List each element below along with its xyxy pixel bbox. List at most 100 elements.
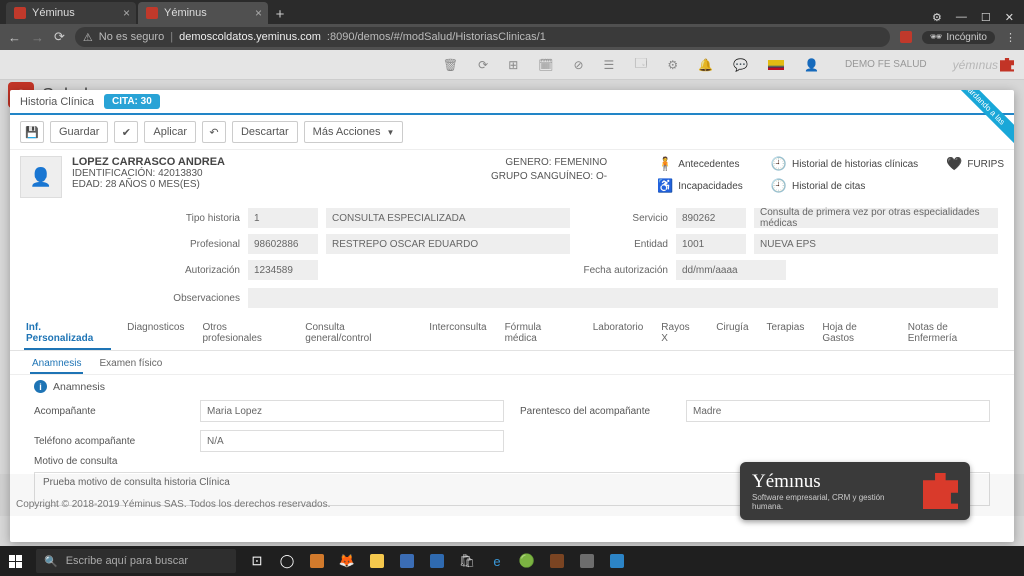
brand-tagline: Software empresarial, CRM y gestión huma…: [752, 493, 915, 511]
tab-terapias[interactable]: Terapias: [765, 318, 807, 350]
heart-icon: 🖤: [946, 156, 962, 172]
tab-notas-de-enfermer-a[interactable]: Notas de Enfermería: [906, 318, 1000, 350]
label-servicio: Servicio: [578, 213, 668, 224]
tab-interconsulta[interactable]: Interconsulta: [427, 318, 488, 350]
cortana-icon[interactable]: ◯: [278, 552, 296, 570]
tab-diagnosticos[interactable]: Diagnosticos: [125, 318, 186, 350]
link-historial-historias[interactable]: 🕘Historial de historias clínicas: [771, 156, 918, 172]
maximize-icon[interactable]: ☐: [981, 11, 991, 24]
close-window-icon[interactable]: ✕: [1005, 11, 1014, 24]
tab-cirug-a[interactable]: Cirugía: [714, 318, 750, 350]
browser-tab[interactable]: Yéminus ×: [138, 2, 268, 24]
reload-icon[interactable]: ⟳: [54, 29, 65, 45]
fecha-autorizacion-value[interactable]: dd/mm/aaaa: [676, 260, 786, 280]
windows-icon: [9, 555, 22, 568]
menu-icon[interactable]: ⋮: [1005, 31, 1016, 44]
start-button[interactable]: [0, 546, 30, 576]
telefono-input[interactable]: [200, 430, 504, 452]
footer-copyright: Copyright © 2018-2019 Yéminus SAS. Todos…: [16, 499, 330, 510]
insecure-label: No es seguro: [99, 31, 164, 43]
profesional-code[interactable]: 98602886: [248, 234, 318, 254]
save-icon-button[interactable]: 💾: [20, 121, 44, 143]
entidad-desc[interactable]: NUEVA EPS: [754, 234, 998, 254]
tab-laboratorio[interactable]: Laboratorio: [591, 318, 646, 350]
servicio-desc[interactable]: Consulta de primera vez por otras especi…: [754, 208, 998, 228]
tabs-sub: Anamnesis Examen físico: [10, 351, 1014, 375]
windows-search[interactable]: 🔍 Escribe aquí para buscar: [36, 549, 236, 573]
new-tab-button[interactable]: +: [270, 4, 290, 24]
app-icon[interactable]: [548, 552, 566, 570]
profesional-desc[interactable]: RESTREPO OSCAR EDUARDO: [326, 234, 570, 254]
patient-photo: 👤: [20, 156, 62, 198]
info-icon: i: [34, 380, 47, 393]
observaciones-input[interactable]: [248, 288, 998, 308]
settings-dot-icon[interactable]: ⚙: [932, 11, 942, 24]
brand-name: Yémınus: [752, 471, 915, 493]
tab-f-rmula-m-dica[interactable]: Fórmula médica: [503, 318, 577, 350]
close-icon[interactable]: ×: [255, 6, 262, 20]
acompanante-input[interactable]: [200, 400, 504, 422]
tab-favicon: [14, 7, 26, 19]
search-icon: 🔍: [44, 555, 58, 568]
app-icon[interactable]: [578, 552, 596, 570]
tab-title: Yéminus: [164, 7, 207, 19]
entidad-code[interactable]: 1001: [676, 234, 746, 254]
address-bar[interactable]: ⚠ No es seguro | demoscoldatos.yeminus.c…: [75, 27, 890, 47]
forward-icon[interactable]: →: [31, 30, 44, 45]
history-icon: 🕘: [771, 156, 787, 172]
modal-title: Historia Clínica: [20, 96, 94, 108]
browser-tab[interactable]: Yéminus ×: [6, 2, 136, 24]
extension-icon[interactable]: [900, 31, 912, 43]
incognito-badge: 🕶 Incógnito: [922, 31, 995, 44]
tab-rayos-x[interactable]: Rayos X: [659, 318, 700, 350]
taskview-icon[interactable]: ⊡: [248, 552, 266, 570]
aplicar-button[interactable]: Aplicar: [144, 121, 196, 143]
app-icon[interactable]: [308, 552, 326, 570]
brand-panel: Yémınus Software empresarial, CRM y gest…: [740, 462, 970, 520]
label-autorizacion: Autorización: [130, 265, 240, 276]
link-antecedentes[interactable]: 🧍Antecedentes: [657, 156, 743, 172]
tab-favicon: [146, 7, 158, 19]
person-icon: 🧍: [657, 156, 673, 172]
firefox-icon[interactable]: 🦊: [338, 552, 356, 570]
subtab-anamnesis[interactable]: Anamnesis: [30, 355, 83, 374]
tipo-historia-desc[interactable]: CONSULTA ESPECIALIZADA: [326, 208, 570, 228]
puzzle-icon: [923, 473, 958, 509]
parentesco-input[interactable]: [686, 400, 990, 422]
store-icon[interactable]: 🛍: [458, 552, 476, 570]
app-icon[interactable]: [608, 552, 626, 570]
servicio-code[interactable]: 890262: [676, 208, 746, 228]
tab-consulta-general-control[interactable]: Consulta general/control: [303, 318, 413, 350]
incognito-icon: 🕶: [930, 32, 943, 43]
check-button[interactable]: ✔: [114, 121, 138, 143]
autorizacion-value[interactable]: 1234589: [248, 260, 318, 280]
tab-hoja-de-gastos[interactable]: Hoja de Gastos: [820, 318, 891, 350]
patient-name: LOPEZ CARRASCO ANDREA: [72, 156, 225, 168]
link-historial-citas[interactable]: 🕘Historial de citas: [771, 178, 918, 194]
chrome-icon[interactable]: 🟢: [518, 552, 536, 570]
label-parentesco: Parentesco del acompañante: [520, 406, 670, 417]
url-host: demoscoldatos.yeminus.com: [179, 31, 321, 43]
tipo-historia-code[interactable]: 1: [248, 208, 318, 228]
guardar-button[interactable]: Guardar: [50, 121, 108, 143]
label-acompanante: Acompañante: [34, 406, 184, 417]
app-icon[interactable]: [428, 552, 446, 570]
close-icon[interactable]: ×: [123, 6, 130, 20]
edge-icon[interactable]: e: [488, 552, 506, 570]
label-fecha-autorizacion: Fecha autorización: [578, 265, 668, 276]
label-profesional: Profesional: [130, 239, 240, 250]
file-explorer-icon[interactable]: [368, 552, 386, 570]
link-incapacidades[interactable]: ♿Incapacidades: [657, 178, 743, 194]
label-entidad: Entidad: [578, 239, 668, 250]
app-icon[interactable]: [398, 552, 416, 570]
undo-button[interactable]: ↶: [202, 121, 226, 143]
mas-acciones-button[interactable]: Más Acciones▼: [304, 121, 404, 143]
minimize-icon[interactable]: —: [956, 11, 967, 24]
subtab-examen-f-sico[interactable]: Examen físico: [97, 355, 164, 374]
link-furips[interactable]: 🖤FURIPS: [946, 156, 1004, 172]
back-icon[interactable]: ←: [8, 30, 21, 45]
tab-otros-profesionales[interactable]: Otros profesionales: [200, 318, 289, 350]
url-path: :8090/demos/#/modSalud/HistoriasClinicas…: [327, 31, 546, 43]
tab-inf-personalizada[interactable]: Inf. Personalizada: [24, 318, 111, 350]
descartar-button[interactable]: Descartar: [232, 121, 298, 143]
